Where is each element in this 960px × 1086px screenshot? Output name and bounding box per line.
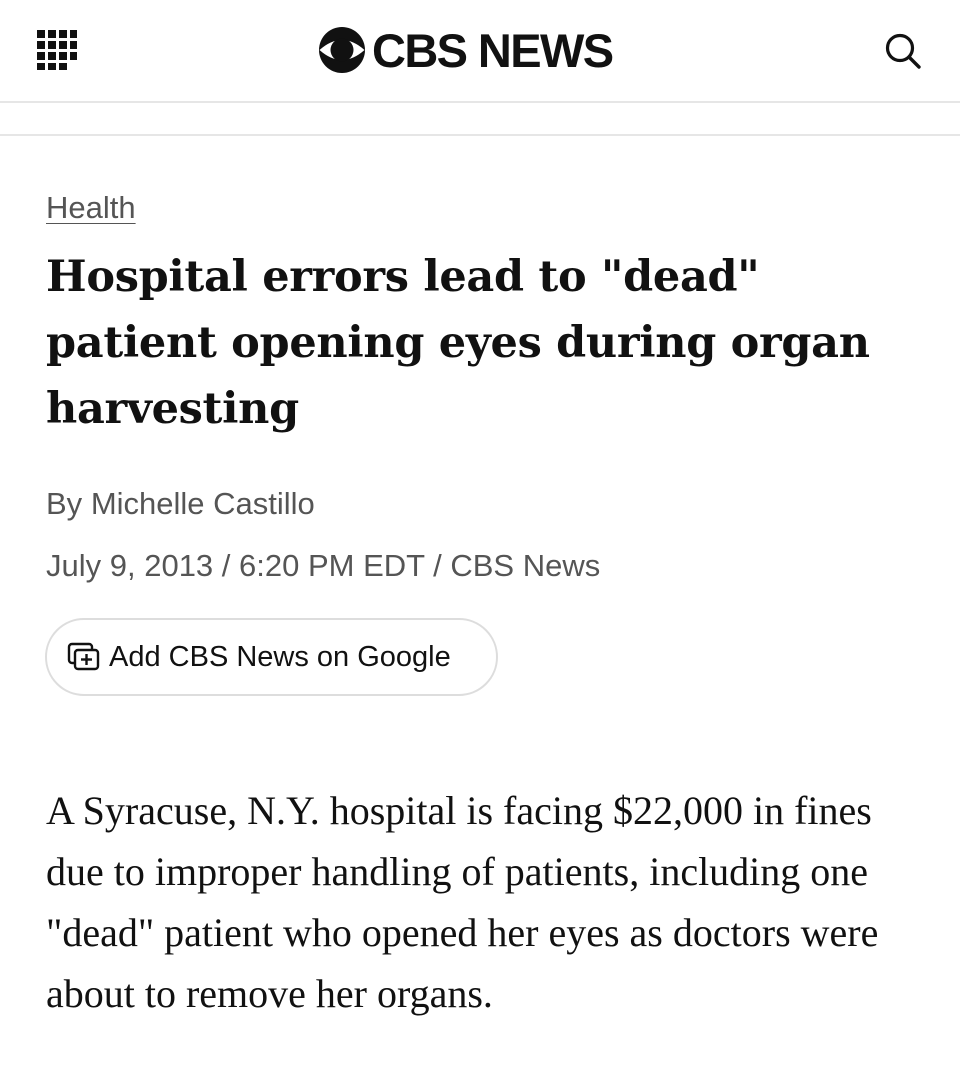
add-on-google-label: Add CBS News on Google xyxy=(109,640,451,673)
section-divider xyxy=(0,134,960,136)
search-icon[interactable] xyxy=(884,32,922,70)
byline-prefix: By xyxy=(46,486,83,521)
grid-menu-icon[interactable] xyxy=(37,30,77,70)
logo-wordmark: CBS NEWS xyxy=(372,23,614,77)
cbs-news-logo[interactable]: CBS NEWS xyxy=(318,23,614,77)
article-body-paragraph: A Syracuse, N.Y. hospital is facing $22,… xyxy=(46,788,879,1016)
category-link[interactable]: Health xyxy=(46,190,136,226)
cbs-eye-logo-icon xyxy=(319,27,365,73)
top-navigation-bar: CBS NEWS xyxy=(0,0,960,103)
add-source-icon xyxy=(67,642,100,671)
article-dateline: July 9, 2013 / 6:20 PM EDT / CBS News xyxy=(46,548,601,583)
article-headline: Hospital errors lead to "dead" patient o… xyxy=(46,252,870,434)
author-link[interactable]: Michelle Castillo xyxy=(91,486,315,521)
add-on-google-button[interactable]: Add CBS News on Google xyxy=(45,618,498,696)
byline: By Michelle Castillo xyxy=(46,486,315,522)
